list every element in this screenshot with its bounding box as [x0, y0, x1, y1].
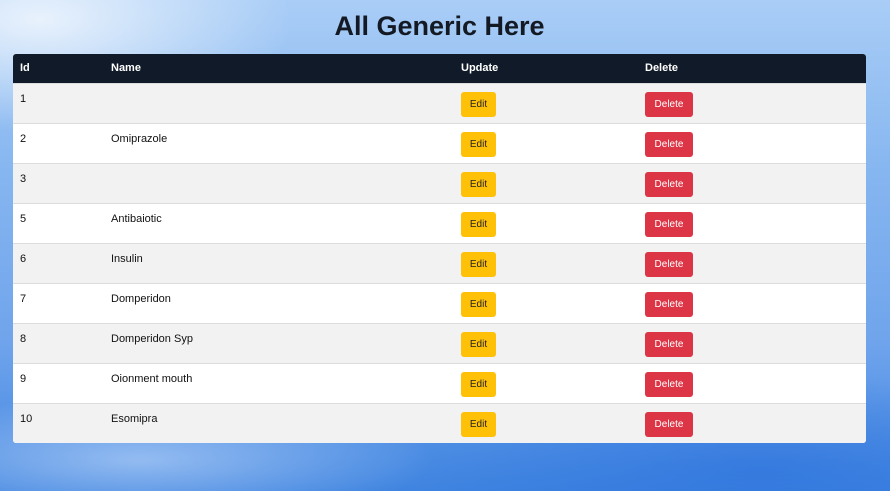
- table-row: 10 Esomipra Edit Delete: [13, 403, 866, 443]
- column-header-name: Name: [111, 62, 141, 75]
- table-header-row: Id Name Update Delete: [13, 54, 866, 83]
- delete-button[interactable]: Delete: [645, 331, 693, 357]
- row-delete-cell: Delete: [638, 363, 866, 403]
- row-name: Domperidon Syp: [111, 332, 193, 345]
- row-delete-cell: Delete: [638, 243, 866, 283]
- row-update-cell: Edit: [454, 283, 638, 323]
- edit-button[interactable]: Edit: [461, 411, 496, 437]
- row-update-cell: Edit: [454, 403, 638, 443]
- table-row: 1 Edit Delete: [13, 83, 866, 123]
- delete-button[interactable]: Delete: [645, 371, 693, 397]
- table-row: 8 Domperidon Syp Edit Delete: [13, 323, 866, 363]
- row-name: Oionment mouth: [111, 372, 193, 385]
- row-update-cell: Edit: [454, 163, 638, 203]
- table-row: 6 Insulin Edit Delete: [13, 243, 866, 283]
- generics-table-container: Id Name Update Delete 1 Edit Delete 2 Om…: [13, 54, 866, 443]
- row-name: Omiprazole: [111, 132, 168, 145]
- delete-button[interactable]: Delete: [645, 211, 693, 237]
- row-update-cell: Edit: [454, 323, 638, 363]
- delete-button[interactable]: Delete: [645, 91, 693, 117]
- table-row: 2 Omiprazole Edit Delete: [13, 123, 866, 163]
- row-name: [104, 163, 454, 203]
- table-row: 3 Edit Delete: [13, 163, 866, 203]
- edit-button[interactable]: Edit: [461, 91, 496, 117]
- row-delete-cell: Delete: [638, 323, 866, 363]
- delete-button[interactable]: Delete: [645, 131, 693, 157]
- table-row: 5 Antibaiotic Edit Delete: [13, 203, 866, 243]
- row-id: 6: [20, 252, 27, 265]
- row-id: 3: [20, 172, 27, 185]
- row-id: 1: [20, 92, 27, 105]
- row-update-cell: Edit: [454, 123, 638, 163]
- edit-button[interactable]: Edit: [461, 371, 496, 397]
- row-id: 2: [20, 132, 27, 145]
- edit-button[interactable]: Edit: [461, 291, 496, 317]
- column-header-id: Id: [20, 62, 30, 75]
- row-delete-cell: Delete: [638, 123, 866, 163]
- row-id: 10: [20, 412, 33, 425]
- row-delete-cell: Delete: [638, 163, 866, 203]
- delete-button[interactable]: Delete: [645, 251, 693, 277]
- column-header-delete: Delete: [645, 62, 679, 75]
- delete-button[interactable]: Delete: [645, 291, 693, 317]
- row-delete-cell: Delete: [638, 283, 866, 323]
- row-update-cell: Edit: [454, 203, 638, 243]
- delete-button[interactable]: Delete: [645, 171, 693, 197]
- row-update-cell: Edit: [454, 363, 638, 403]
- edit-button[interactable]: Edit: [461, 171, 496, 197]
- page-title: All Generic Here: [334, 11, 545, 41]
- edit-button[interactable]: Edit: [461, 331, 496, 357]
- row-update-cell: Edit: [454, 83, 638, 123]
- row-name: Insulin: [111, 252, 143, 265]
- table-row: 7 Domperidon Edit Delete: [13, 283, 866, 323]
- edit-button[interactable]: Edit: [461, 251, 496, 277]
- row-id: 7: [20, 292, 27, 305]
- row-update-cell: Edit: [454, 243, 638, 283]
- column-header-update: Update: [461, 62, 499, 75]
- row-id: 8: [20, 332, 27, 345]
- delete-button[interactable]: Delete: [645, 411, 693, 437]
- table-header: Id Name Update Delete: [13, 54, 866, 83]
- table-body: 1 Edit Delete 2 Omiprazole Edit Delete 3…: [13, 83, 866, 443]
- row-id: 5: [20, 212, 27, 225]
- row-delete-cell: Delete: [638, 83, 866, 123]
- row-name: Domperidon: [111, 292, 171, 305]
- row-delete-cell: Delete: [638, 203, 866, 243]
- generics-table: Id Name Update Delete 1 Edit Delete 2 Om…: [13, 54, 866, 443]
- edit-button[interactable]: Edit: [461, 211, 496, 237]
- table-row: 9 Oionment mouth Edit Delete: [13, 363, 866, 403]
- row-id: 9: [20, 372, 27, 385]
- row-name: Antibaiotic: [111, 212, 162, 225]
- edit-button[interactable]: Edit: [461, 131, 496, 157]
- row-name: Esomipra: [111, 412, 158, 425]
- row-name: [104, 83, 454, 123]
- row-delete-cell: Delete: [638, 403, 866, 443]
